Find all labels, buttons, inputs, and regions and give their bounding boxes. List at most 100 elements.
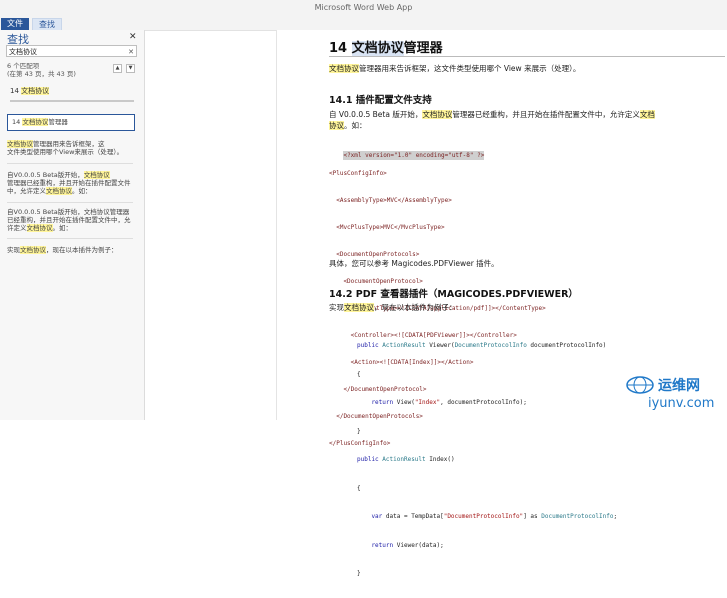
result-highlight: 文档协议 — [7, 140, 33, 148]
heading-2: 14.2 PDF 查看器插件（MAGICODES.PDFVIEWER） — [329, 289, 578, 300]
code-type: ActionResult — [382, 342, 426, 349]
code-line: return Viewer(data); — [357, 541, 617, 551]
app-header: Microsoft Word Web App 文件 查找 — [0, 0, 727, 31]
text-highlight: 文档 — [639, 110, 655, 119]
paragraph: 自 V0.0.0.5 Beta 版开始，文档协议管理器已经重构，并且开始在插件配… — [329, 109, 719, 131]
code-type: DocumentProtocolInfo — [541, 513, 614, 520]
code-line: var data = TempData["DocumentProtocolInf… — [357, 512, 617, 522]
code-line: return View("Index", documentProtocolInf… — [357, 398, 617, 408]
result-item[interactable]: 自V0.0.0.5 Beta版开始，文档协议 管理器已经重构，并且开始在插件配置… — [7, 171, 135, 195]
code-line: } — [357, 570, 361, 577]
paragraph-text: 管理器已经重构，并且开始在插件配置文件中，允许定义 — [452, 110, 640, 119]
code-keyword: return — [357, 541, 397, 549]
code-keyword: var — [357, 513, 386, 520]
text-highlight: 文档协议 — [344, 303, 374, 312]
code-text: Viewer( — [425, 342, 455, 349]
code-type: DocumentProtocolInfo — [454, 342, 527, 349]
tab-file[interactable]: 文件 — [1, 18, 29, 30]
watermark-en: iyunv.com — [648, 396, 715, 411]
code-line: <AssemblyType>MVC</AssemblyType> — [329, 197, 452, 204]
code-line: <PlusConfigInfo> — [329, 170, 387, 177]
heading-highlight: 文档协议 — [21, 87, 50, 95]
code-line: } — [357, 427, 361, 435]
heading-number: 14 — [329, 41, 352, 56]
code-type: ActionResult — [382, 456, 426, 463]
divider — [7, 163, 133, 164]
code-keyword: public — [357, 456, 383, 463]
code-text: documentProtocolInfo) — [526, 342, 607, 349]
watermark-cn: 运维网 — [658, 378, 700, 394]
match-count-line1: 6 个匹配项 — [7, 62, 40, 70]
code-text: View( — [396, 399, 415, 406]
search-input[interactable]: 文档协议 ✕ — [6, 45, 137, 57]
heading-highlight: 文档协议 — [351, 41, 404, 56]
search-value: 文档协议 — [9, 48, 37, 56]
result-item[interactable]: 实现文档协议，现在以本插件为例子： — [7, 246, 135, 254]
result-text: ，现在以本插件为例子： — [46, 246, 118, 254]
next-result-button[interactable]: ▼ — [126, 64, 135, 73]
result-item[interactable]: 自V0.0.0.5 Beta版开始，文档协议管理器已经重构，并且开始在插件配置文… — [7, 208, 135, 232]
result-highlight: 文档协议 — [83, 171, 110, 179]
code-text: , documentProtocolInfo); — [440, 399, 527, 406]
divider — [7, 202, 133, 203]
result-text: 自V0.0.0.5 Beta版开始， — [7, 171, 84, 179]
code-string: "Index" — [414, 399, 441, 406]
result-highlight: 文档协议 — [20, 246, 46, 254]
heading-text: 管理器 — [403, 41, 443, 56]
paragraph-text: 实现 — [329, 303, 344, 312]
paragraph-text: ，现在以本插件为例子： — [374, 303, 457, 312]
code-string: "DocumentProtocolInfo" — [443, 513, 524, 520]
find-pane: 查找 ✕ 文档协议 ✕ 6 个匹配项 (在第 43 页，共 43 页) ▲ ▼ … — [0, 30, 145, 420]
paragraph-text: 自 V0.0.0.5 Beta 版开始， — [329, 110, 423, 119]
paragraph: 实现文档协议，现在以本插件为例子： — [329, 302, 457, 313]
text-highlight: 文档协议 — [329, 64, 359, 73]
csharp-code-block: public ActionResult Viewer(DocumentProto… — [357, 322, 617, 598]
result-text: 。如： — [72, 187, 92, 195]
code-text: data = TempData[ — [385, 513, 444, 520]
code-keyword: public — [357, 342, 383, 349]
result-text: 管理器用来告诉框架，这 — [33, 140, 105, 148]
text-highlight: 文档协议 — [422, 110, 453, 119]
result-item-selected[interactable]: 14 文档协议管理器 — [7, 114, 135, 131]
result-highlight: 文档协议 — [26, 224, 53, 232]
result-text: 实现 — [7, 246, 20, 254]
result-highlight: 文档协议 — [46, 187, 72, 195]
heading-1: 14 文档协议管理器 — [329, 37, 443, 56]
result-text: 文件类型使用哪个View来展示（处理）。 — [7, 148, 124, 156]
text-highlight: 协议 — [329, 121, 344, 130]
document-view[interactable]: 14 文档协议管理器 文档协议管理器用来告诉框架，这文件类型使用哪个 View … — [276, 30, 727, 577]
code-line: public ActionResult Viewer(DocumentProto… — [357, 341, 617, 351]
paragraph: 文档协议管理器用来告诉框架，这文件类型使用哪个 View 来展示（处理）。 — [329, 63, 580, 74]
heading-prefix: 14 — [10, 87, 22, 95]
paragraph-text: 。如： — [344, 121, 367, 130]
divider — [10, 100, 134, 102]
result-highlight: 文档协议 — [22, 118, 49, 126]
paragraph-text: 管理器用来告诉框架，这文件类型使用哪个 View 来展示（处理）。 — [359, 64, 581, 73]
app-title: Microsoft Word Web App — [314, 3, 413, 12]
code-line: public ActionResult Index() — [357, 455, 617, 465]
divider — [7, 238, 133, 239]
result-item[interactable]: 文档协议管理器用来告诉框架，这 文件类型使用哪个View来展示（处理）。 — [7, 140, 135, 156]
close-icon[interactable]: ✕ — [129, 32, 137, 42]
code-line: <?xml version="1.0" encoding="utf-8" ?> — [343, 151, 485, 160]
heading-2: 14.1 插件配置文件支持 — [329, 95, 432, 106]
code-text: ; — [613, 513, 618, 520]
code-line: { — [357, 370, 361, 378]
result-text: 。如： — [52, 224, 73, 232]
paragraph: 具体，您可以参考 Magicodes.PDFViewer 插件。 — [329, 259, 499, 268]
code-line: <MvcPlusType>MVC</MvcPlusType> — [329, 224, 445, 231]
watermark-logo: 运维网 iyunv.com — [622, 372, 727, 420]
match-count-line2: (在第 43 页，共 43 页) — [7, 70, 76, 78]
divider — [329, 56, 725, 57]
clear-search-icon[interactable]: ✕ — [128, 46, 134, 58]
previous-result-button[interactable]: ▲ — [113, 64, 122, 73]
heading-result[interactable]: 14 文档协议 — [10, 86, 50, 96]
code-line: { — [357, 484, 361, 492]
code-line: <DocumentOpenProtocol> — [329, 278, 423, 285]
code-text: Viewer(data); — [396, 541, 444, 549]
code-text: ] as — [523, 513, 542, 520]
result-text: 14 — [12, 118, 23, 126]
result-text: 管理器 — [48, 118, 68, 126]
globe-icon — [626, 376, 654, 394]
match-count: 6 个匹配项 (在第 43 页，共 43 页) — [7, 62, 76, 78]
